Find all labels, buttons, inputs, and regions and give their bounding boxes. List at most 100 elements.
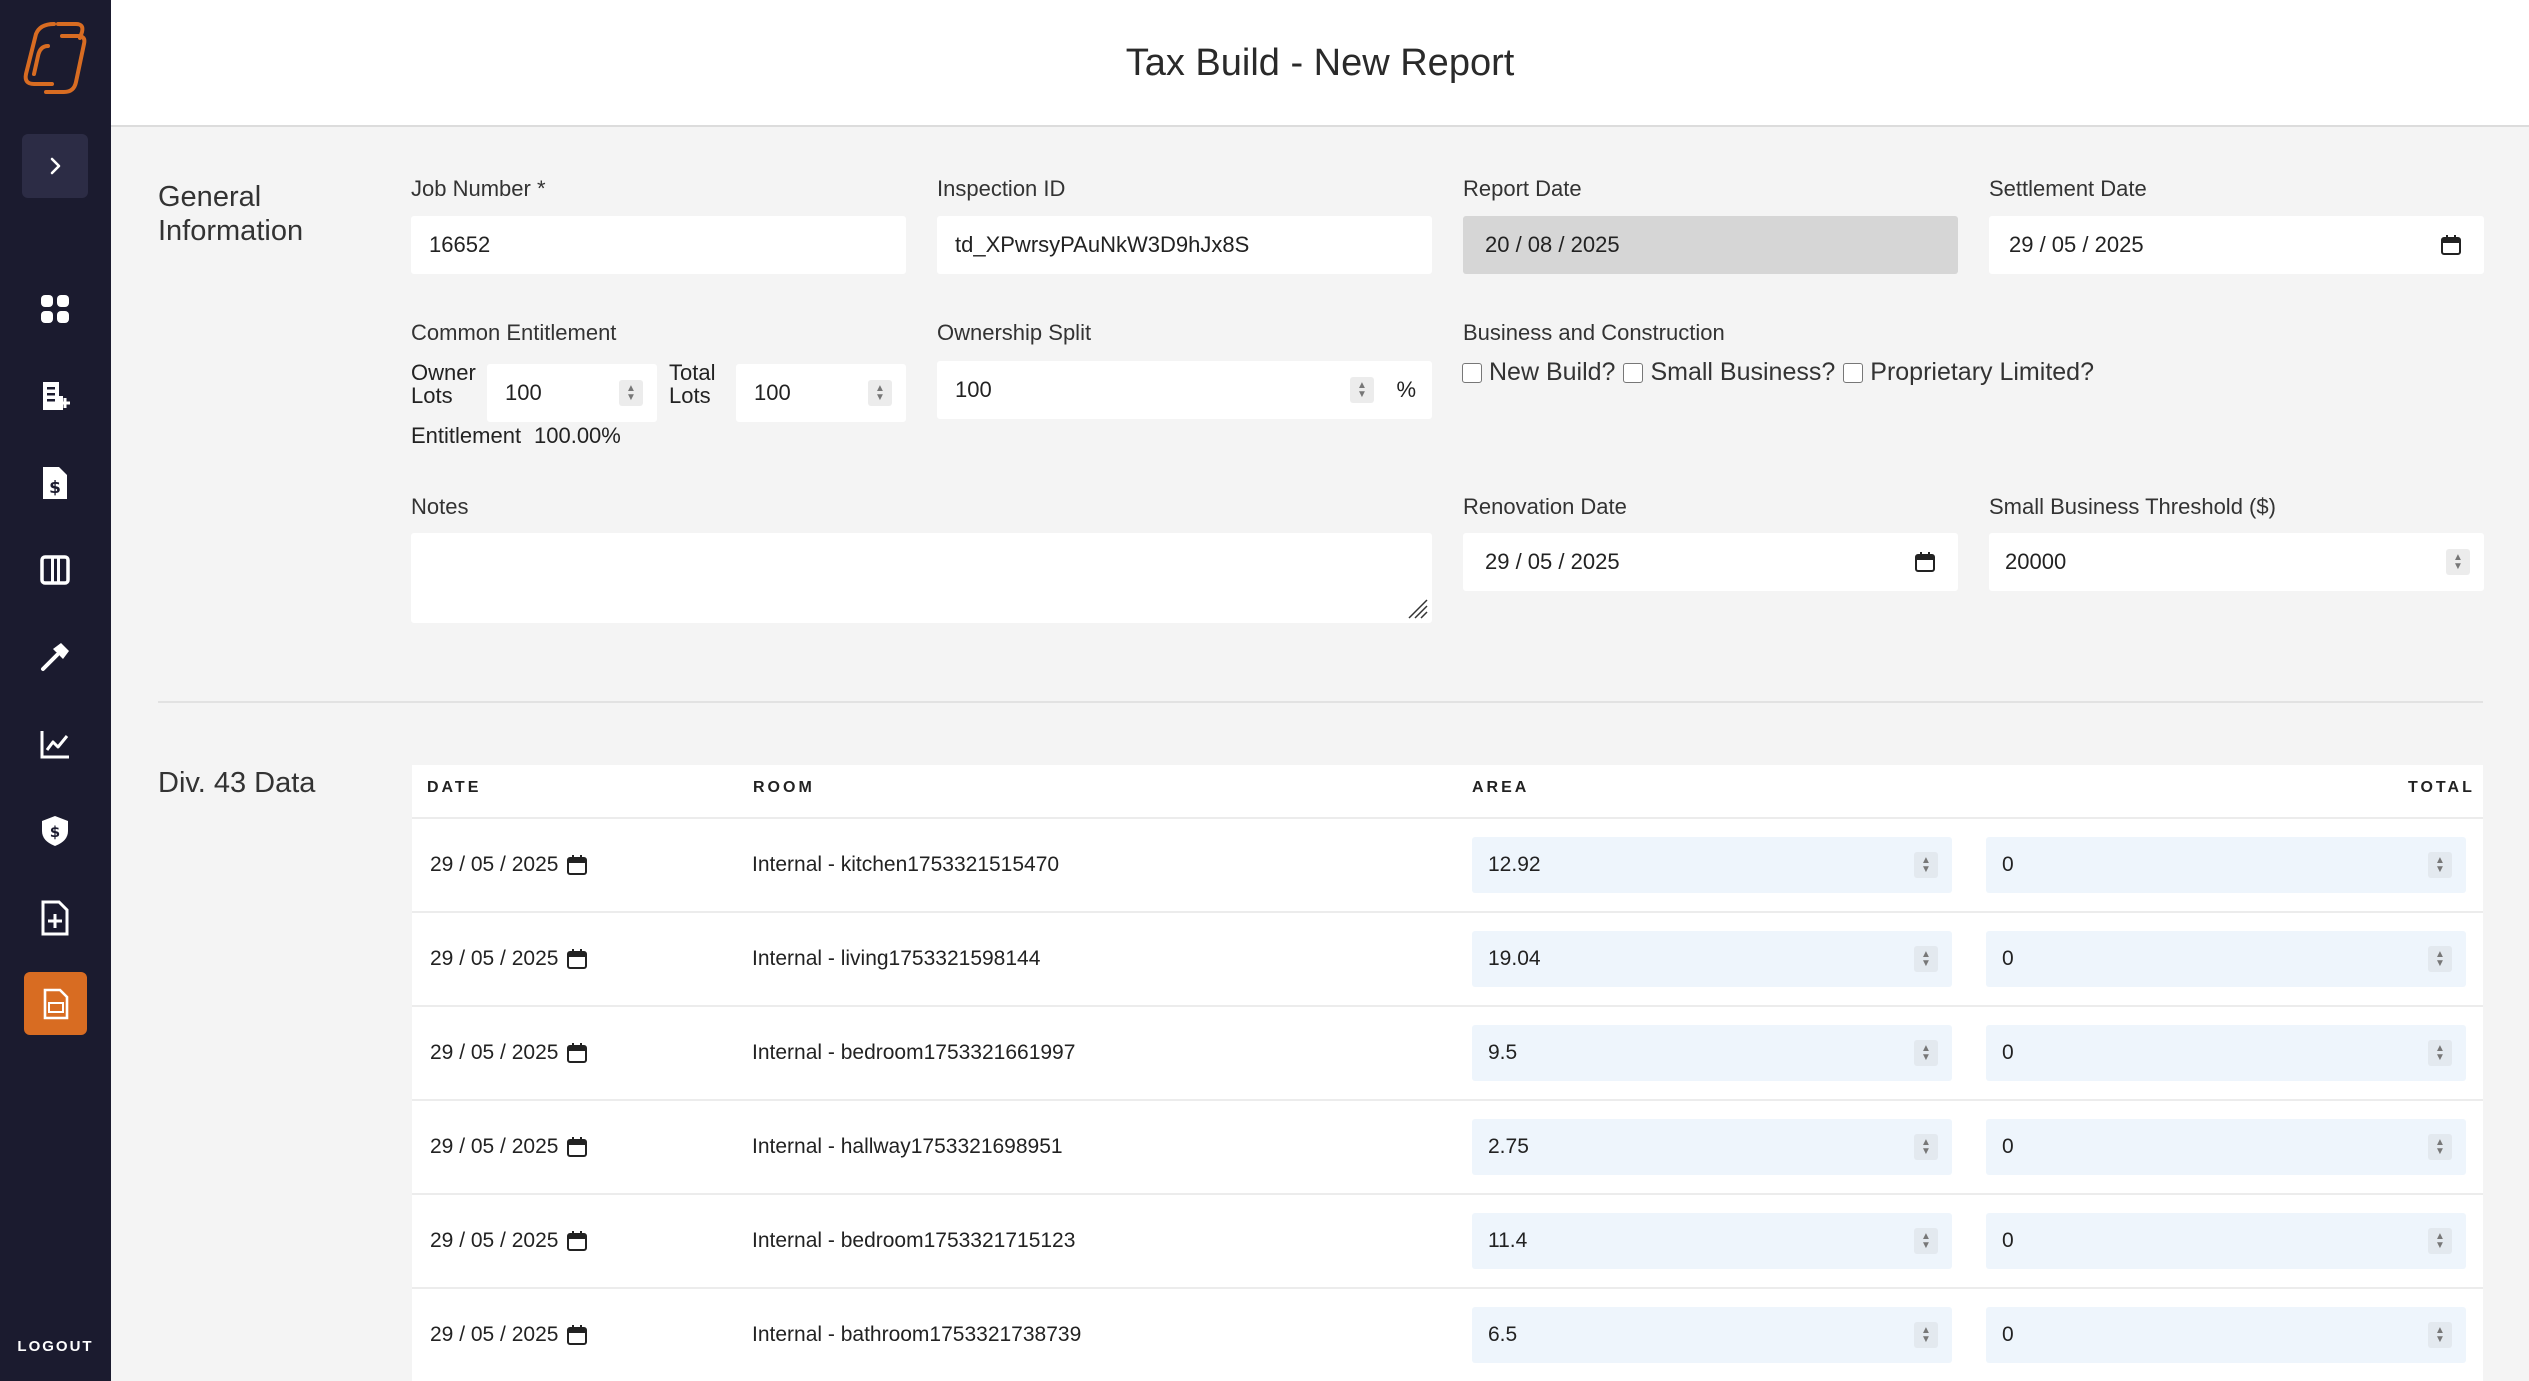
- room-cell: Internal - bathroom1753321738739: [752, 1323, 1082, 1346]
- date-cell[interactable]: 29 / 05 / 2025: [430, 1041, 588, 1065]
- total-lots-input[interactable]: 100 ▲ ▼: [736, 364, 906, 422]
- business-checkboxes: New Build? Small Business? Proprietary L…: [1462, 358, 2102, 387]
- calendar-icon[interactable]: [566, 1042, 588, 1064]
- total-input[interactable]: 0 ▲ ▼: [1986, 1307, 2466, 1363]
- area-stepper[interactable]: ▲ ▼: [1914, 1134, 1938, 1160]
- calendar-icon[interactable]: [566, 854, 588, 876]
- date-cell[interactable]: 29 / 05 / 2025: [430, 1229, 588, 1253]
- file-add-icon[interactable]: [30, 893, 80, 943]
- inspection-id-input[interactable]: td_XPwrsyPAuNkW3D9hJx8S: [937, 216, 1432, 274]
- entitlement-label: Entitlement: [411, 423, 522, 448]
- dashboard-icon[interactable]: [30, 284, 80, 334]
- row-date: 29 / 05 / 2025: [430, 1041, 559, 1064]
- columns-icon[interactable]: [30, 545, 80, 595]
- total-stepper[interactable]: ▲ ▼: [2428, 852, 2452, 878]
- svg-text:$: $: [49, 478, 61, 498]
- calendar-icon[interactable]: [566, 1324, 588, 1346]
- app-logo[interactable]: [18, 18, 92, 98]
- new-build-checkbox[interactable]: [1462, 362, 1482, 383]
- total-stepper[interactable]: ▲ ▼: [2428, 1134, 2452, 1160]
- proprietary-limited-checkbox[interactable]: [1843, 362, 1864, 383]
- invoice-dollar-icon[interactable]: $: [30, 458, 80, 508]
- calendar-icon[interactable]: [566, 948, 588, 970]
- calendar-icon[interactable]: [566, 1230, 588, 1252]
- date-cell[interactable]: 29 / 05 / 2025: [430, 1323, 588, 1347]
- row-area: 11.4: [1488, 1229, 1528, 1252]
- settlement-date-label: Settlement Date: [1989, 176, 2147, 201]
- notes-textarea[interactable]: [411, 533, 1432, 623]
- area-stepper[interactable]: ▲ ▼: [1914, 1228, 1938, 1254]
- sidebar-expand-button[interactable]: [22, 134, 88, 198]
- calendar-icon[interactable]: [1914, 551, 1936, 573]
- page-title: Tax Build - New Report: [1125, 42, 1515, 84]
- chart-line-icon[interactable]: [30, 719, 80, 769]
- owner-lots-label-line2: Lots: [411, 383, 453, 408]
- total-lots-label-line1: Total: [669, 360, 716, 385]
- room-cell: Internal - kitchen1753321515470: [752, 853, 1060, 876]
- table-row: 29 / 05 / 2025 Internal - bedroom17533216…: [412, 1005, 2483, 1099]
- total-lots-stepper[interactable]: ▲ ▼: [868, 380, 892, 406]
- calendar-icon[interactable]: [2440, 234, 2462, 256]
- threshold-stepper[interactable]: ▲ ▼: [2446, 549, 2470, 575]
- section-divider: [158, 701, 2483, 703]
- row-area: 12.92: [1488, 853, 1541, 876]
- report-date-value: 20 / 08 / 2025: [1485, 232, 1620, 257]
- new-invoice-icon[interactable]: [30, 371, 80, 421]
- total-stepper[interactable]: ▲ ▼: [2428, 1040, 2452, 1066]
- date-cell[interactable]: 29 / 05 / 2025: [430, 947, 588, 971]
- report-date-label: Report Date: [1463, 176, 1582, 201]
- table-row: 29 / 05 / 2025 Internal - living175332159…: [412, 911, 2483, 1005]
- row-date: 29 / 05 / 2025: [430, 1229, 559, 1252]
- room-cell: Internal - hallway1753321698951: [752, 1135, 1063, 1158]
- small-business-checkbox[interactable]: [1623, 362, 1644, 383]
- area-input[interactable]: 6.5 ▲ ▼: [1472, 1307, 1952, 1363]
- area-stepper[interactable]: ▲ ▼: [1914, 1322, 1938, 1348]
- row-total: 0: [2002, 1229, 2014, 1252]
- shield-dollar-icon[interactable]: $: [30, 806, 80, 856]
- total-input[interactable]: 0 ▲ ▼: [1986, 931, 2466, 987]
- row-date: 29 / 05 / 2025: [430, 1135, 559, 1158]
- area-input[interactable]: 19.04 ▲ ▼: [1472, 931, 1952, 987]
- room-cell: Internal - bedroom1753321661997: [752, 1041, 1076, 1064]
- total-stepper[interactable]: ▲ ▼: [2428, 1228, 2452, 1254]
- ownership-split-input[interactable]: 100 ▲ ▼ %: [937, 361, 1432, 419]
- area-stepper[interactable]: ▲ ▼: [1914, 1040, 1938, 1066]
- common-entitlement-label: Common Entitlement: [411, 320, 617, 345]
- svg-text:$: $: [50, 823, 60, 841]
- total-lots-label-line2: Lots: [669, 383, 711, 408]
- settlement-date-input[interactable]: 29 / 05 / 2025: [1989, 216, 2484, 274]
- job-number-input[interactable]: 16652: [411, 216, 906, 274]
- table-row: 29 / 05 / 2025 Internal - kitchen17533215…: [412, 817, 2483, 911]
- area-input[interactable]: 12.92 ▲ ▼: [1472, 837, 1952, 893]
- sidebar: $ $ LOGOUT: [0, 0, 111, 1381]
- hammer-icon[interactable]: [30, 632, 80, 682]
- renovation-date-input[interactable]: 29 / 05 / 2025: [1463, 533, 1958, 591]
- area-stepper[interactable]: ▲ ▼: [1914, 852, 1938, 878]
- div43-heading: Div. 43 Data: [158, 767, 316, 799]
- report-icon[interactable]: [24, 972, 87, 1035]
- ownership-split-stepper[interactable]: ▲ ▼: [1350, 377, 1374, 403]
- resize-handle-icon[interactable]: [1405, 596, 1429, 620]
- total-input[interactable]: 0 ▲ ▼: [1986, 1119, 2466, 1175]
- notes-label: Notes: [411, 494, 469, 519]
- area-input[interactable]: 9.5 ▲ ▼: [1472, 1025, 1952, 1081]
- renovation-date-value: 29 / 05 / 2025: [1485, 549, 1620, 574]
- total-stepper[interactable]: ▲ ▼: [2428, 1322, 2452, 1348]
- date-cell[interactable]: 29 / 05 / 2025: [430, 1135, 588, 1159]
- owner-lots-input[interactable]: 100 ▲ ▼: [487, 364, 657, 422]
- total-input[interactable]: 0 ▲ ▼: [1986, 837, 2466, 893]
- calendar-icon[interactable]: [566, 1136, 588, 1158]
- row-total: 0: [2002, 1135, 2014, 1158]
- area-input[interactable]: 11.4 ▲ ▼: [1472, 1213, 1952, 1269]
- area-input[interactable]: 2.75 ▲ ▼: [1472, 1119, 1952, 1175]
- total-input[interactable]: 0 ▲ ▼: [1986, 1025, 2466, 1081]
- owner-lots-stepper[interactable]: ▲ ▼: [619, 380, 643, 406]
- small-business-threshold-input[interactable]: 20000 ▲ ▼: [1989, 533, 2484, 591]
- total-stepper[interactable]: ▲ ▼: [2428, 946, 2452, 972]
- row-date: 29 / 05 / 2025: [430, 947, 559, 970]
- logout-button[interactable]: LOGOUT: [0, 1338, 111, 1355]
- total-input[interactable]: 0 ▲ ▼: [1986, 1213, 2466, 1269]
- area-stepper[interactable]: ▲ ▼: [1914, 946, 1938, 972]
- date-cell[interactable]: 29 / 05 / 2025: [430, 853, 588, 877]
- proprietary-limited-label: Proprietary Limited?: [1870, 358, 2094, 386]
